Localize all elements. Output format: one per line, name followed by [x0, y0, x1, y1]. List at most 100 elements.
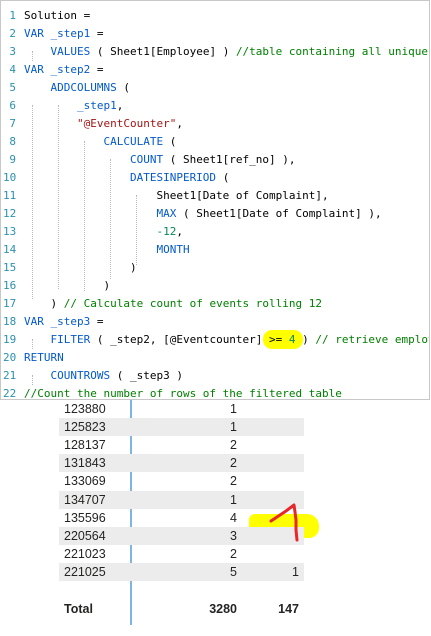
- code-token: _step3: [50, 315, 97, 328]
- code-line[interactable]: 3 VALUES ( Sheet1[Employee] ) //table co…: [1, 43, 429, 61]
- code-line[interactable]: 10 DATESINPERIOD (: [1, 169, 429, 187]
- code-token: ): [295, 333, 316, 346]
- count-cell: 3: [230, 528, 237, 543]
- code-line[interactable]: 21 COUNTROWS ( _step3 ): [1, 367, 429, 385]
- code-token: VAR: [24, 315, 51, 328]
- code-token: _step1: [24, 99, 117, 112]
- count-cell: 2: [230, 546, 237, 561]
- table-row[interactable]: 131843 2: [59, 454, 304, 473]
- count-cell: 1: [230, 492, 237, 507]
- code-text: COUNT ( Sheet1[ref_no] ),: [24, 151, 296, 169]
- code-token: VAR: [24, 63, 51, 76]
- code-token: =: [96, 63, 104, 76]
- line-number: 16: [3, 279, 17, 292]
- code-line[interactable]: 7 "@EventCounter",: [1, 115, 429, 133]
- code-line[interactable]: 2 VAR _step1 =: [1, 25, 429, 43]
- table-row[interactable]: 221025 5 1: [59, 562, 304, 581]
- dax-code-editor[interactable]: 1 Solution = 2 VAR _step1 = 3 VALUES ( Sheet…: [0, 0, 430, 400]
- table-row[interactable]: 125823 1: [59, 418, 304, 437]
- table-row[interactable]: 135596 4: [59, 509, 304, 527]
- employee-cell: 131843: [64, 456, 106, 471]
- code-text: ): [24, 259, 137, 277]
- count-cell: 2: [230, 438, 237, 453]
- count-cell: 4: [230, 510, 237, 525]
- code-line[interactable]: 15 ): [1, 259, 429, 277]
- code-text: ADDCOLUMNS (: [24, 79, 129, 97]
- code-line[interactable]: 9 COUNT ( Sheet1[ref_no] ),: [1, 151, 429, 169]
- code-token: Sheet1[Date of Complaint],: [24, 189, 329, 202]
- table-row[interactable]: 220564 3: [59, 526, 304, 545]
- code-text: FILTER ( _step2, [@Eventcounter] >= 4 ) …: [24, 331, 430, 349]
- table-row[interactable]: 221023 2: [59, 545, 304, 563]
- code-line[interactable]: 5 ADDCOLUMNS (: [1, 79, 429, 97]
- code-token: ADDCOLUMNS: [24, 81, 124, 94]
- table-row[interactable]: 128137 2: [59, 436, 304, 454]
- code-text: MAX ( Sheet1[Date of Complaint] ),: [24, 205, 381, 223]
- code-line[interactable]: 14 MONTH: [1, 241, 429, 259]
- code-token: CALCULATE: [24, 135, 170, 148]
- code-text: CALCULATE (: [24, 133, 176, 151]
- count-cell: 2: [230, 456, 237, 471]
- code-line[interactable]: 12 MAX ( Sheet1[Date of Complaint] ),: [1, 205, 429, 223]
- code-line[interactable]: 18 VAR _step3 =: [1, 313, 429, 331]
- code-token: ( _step2, [@Eventcounter]: [96, 333, 270, 346]
- code-text: ) // Calculate count of events rolling 1…: [24, 295, 322, 313]
- code-token: ,: [176, 225, 183, 238]
- code-text: _step1,: [24, 97, 123, 115]
- code-line[interactable]: 4 VAR _step2 =: [1, 61, 429, 79]
- employee-cell: 134707: [64, 492, 106, 507]
- line-number: 15: [3, 261, 17, 274]
- table-row[interactable]: 134707 1: [59, 490, 304, 509]
- table-row[interactable]: 123880 1: [59, 400, 304, 418]
- code-token: (: [169, 135, 177, 148]
- code-text: -12,: [24, 223, 183, 241]
- code-text: COUNTROWS ( _step3 ): [24, 367, 182, 385]
- code-line[interactable]: 22 //Count the number of rows of the filt…: [1, 385, 429, 399]
- code-token: "@EventCounter": [24, 117, 177, 130]
- code-token: DATESINPERIOD: [24, 171, 223, 184]
- code-line[interactable]: 19 FILTER ( _step2, [@Eventcounter] >= 4…: [1, 331, 430, 349]
- code-token: ,: [116, 99, 124, 112]
- code-token: // retrieve employ: [315, 333, 430, 346]
- code-text: VAR _step2 =: [24, 61, 103, 79]
- code-text: VALUES ( Sheet1[Employee] ) //table cont…: [24, 43, 428, 61]
- code-text: //Count the number of rows of the filter…: [24, 385, 342, 399]
- code-token: MONTH: [24, 243, 190, 256]
- code-text: Sheet1[Date of Complaint],: [24, 187, 329, 205]
- employee-cell: 221025: [64, 564, 106, 579]
- employee-cell: 123880: [64, 402, 106, 416]
- code-line[interactable]: 11 Sheet1[Date of Complaint],: [1, 187, 429, 205]
- code-token: (: [222, 171, 230, 184]
- code-line[interactable]: 8 CALCULATE (: [1, 133, 429, 151]
- code-token: VALUES: [24, 45, 97, 58]
- count-cell: 5: [230, 564, 237, 579]
- code-line[interactable]: 17 ) // Calculate count of events rollin…: [1, 295, 429, 313]
- code-text: MONTH: [24, 241, 190, 259]
- code-token: >=: [269, 333, 289, 346]
- code-token: MAX: [24, 207, 183, 220]
- code-line[interactable]: 16 ): [1, 277, 429, 295]
- code-line[interactable]: 1 Solution =: [1, 7, 429, 25]
- line-number: 12: [3, 207, 17, 220]
- code-line[interactable]: 13 -12,: [1, 223, 429, 241]
- code-token: ): [24, 261, 137, 274]
- code-token: ( Sheet1[Employee] ): [96, 45, 236, 58]
- count-cell: 2: [230, 474, 237, 489]
- code-token: _step2: [50, 63, 97, 76]
- line-number: 4: [9, 63, 16, 76]
- line-number: 18: [3, 315, 17, 328]
- line-number: 8: [9, 135, 16, 148]
- code-line[interactable]: 20 RETURN: [1, 349, 429, 367]
- code-token: COUNTROWS: [24, 369, 117, 382]
- employee-cell: 133069: [64, 474, 106, 489]
- line-number: 14: [3, 243, 17, 256]
- code-token: RETURN: [24, 351, 64, 364]
- line-number: 9: [9, 153, 16, 166]
- code-line[interactable]: 6 _step1,: [1, 97, 429, 115]
- table-row[interactable]: 133069 2: [59, 472, 304, 490]
- employee-cell: 125823: [64, 420, 106, 435]
- line-number: 11: [3, 189, 17, 202]
- code-token: ( Sheet1[ref_no] ),: [169, 153, 296, 166]
- solution-cell: 1: [292, 564, 299, 579]
- line-number: 5: [9, 81, 16, 94]
